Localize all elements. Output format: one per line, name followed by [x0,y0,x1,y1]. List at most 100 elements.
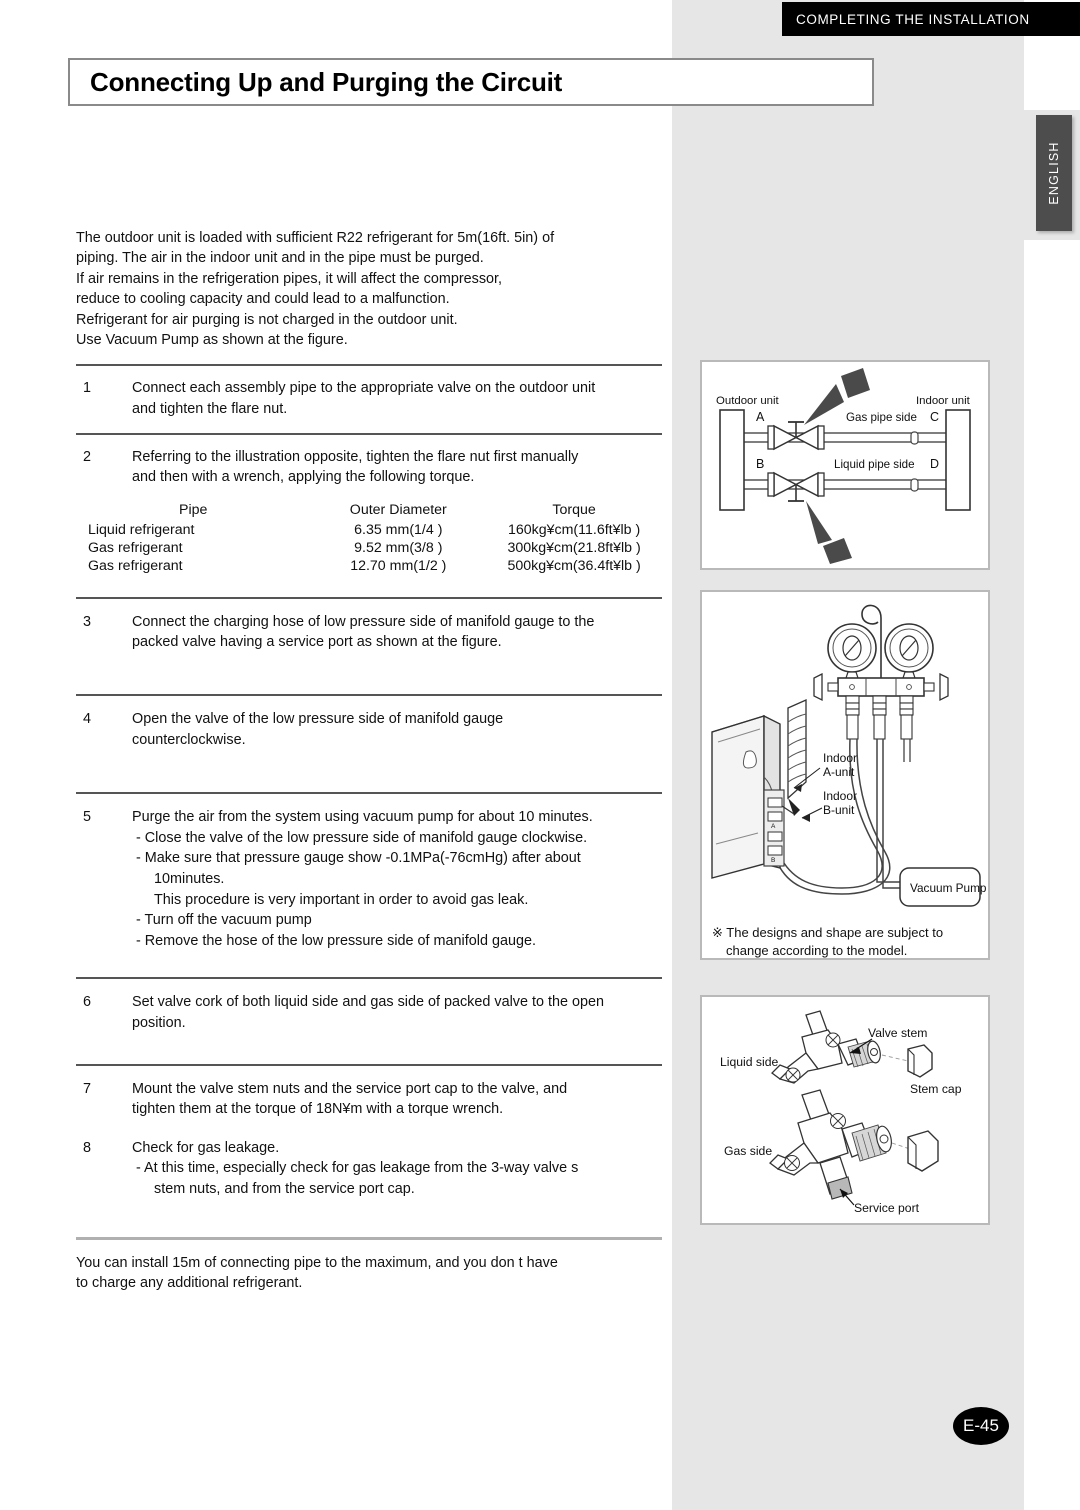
closing-note: You can install 15m of connecting pipe t… [76,1253,662,1294]
closing-line: to charge any additional refrigerant. [76,1275,303,1292]
content-column: The outdoor unit is loaded with sufficie… [76,228,662,1294]
page-title: Connecting Up and Purging the Circuit [90,66,563,97]
step-subline: - Turn off the vacuum pump [136,912,312,929]
language-tab-english: ENGLISH [1036,115,1072,231]
intro-line: Refrigerant for air purging is not charg… [76,311,458,328]
figure-label-a: A [756,410,765,424]
figure-label-indoor-unit: Indoor unit [916,395,971,407]
cell-outer-diameter: 9.52 mm(3/8 ) [354,539,443,556]
step-body: Set valve cork of both liquid side and g… [132,992,662,1033]
step-body: Mount the valve stem nuts and the servic… [132,1079,662,1120]
figure-label-d: D [930,457,939,471]
step-body: Connect the charging hose of low pressur… [132,612,662,653]
page-number-badge: E-45 [953,1407,1009,1445]
intro-line: If air remains in the refrigeration pipe… [76,270,503,287]
step-line: and then with a wrench, applying the fol… [132,469,475,486]
step-body: Open the valve of the low pressure side … [132,709,662,750]
column-header-pipe: Pipe [178,501,208,518]
step-body: Connect each assembly pipe to the approp… [132,378,662,419]
closing-line: You can install 15m of connecting pipe t… [76,1254,558,1271]
intro-line: piping. The air in the indoor unit and i… [76,250,484,267]
cell-outer-diameter: 12.70 mm(1/2 ) [350,557,447,574]
table-row: Liquid refrigerant 6.35 mm(1/4 ) 160kg¥c… [76,521,662,539]
step-number: 7 [83,1080,92,1097]
step-body: Referring to the illustration opposite, … [132,447,662,488]
figure-note: ※ The designs and shape are subject to c… [712,924,992,960]
step-line: counterclockwise. [132,731,246,748]
svg-text:A: A [771,823,776,830]
step-subline: - At this time, especially check for gas… [136,1160,579,1177]
step-body: Check for gas leakage. - At this time, e… [132,1138,662,1200]
figure-label-c: C [930,410,939,424]
step-number: 5 [83,809,92,826]
step-number: 1 [83,380,92,397]
figure-label-indoor-b-line1: Indoor [823,789,857,803]
figure-label-liquid-pipe-side: Liquid pipe side [834,458,915,471]
figure-note-line2: change according to the model. [726,943,908,958]
step-subline: - Make sure that pressure gauge show -0.… [136,850,581,867]
page-root: COMPLETING THE INSTALLATION ENGLISH Conn… [0,0,1080,1510]
step-item: 6 Set valve cork of both liquid side and… [76,992,662,1033]
step-item: 1 Connect each assembly pipe to the appr… [76,378,662,419]
figure-label-liquid-side: Liquid side [720,1055,778,1069]
figure-label-gas-side: Gas side [724,1144,772,1158]
cell-outer-diameter: 6.35 mm(1/4 ) [354,521,443,538]
step-item: 8 Check for gas leakage. - At this time,… [76,1138,662,1200]
figure-service-valve-detail: Liquid side Gas side Valve stem Stem cap… [700,995,990,1225]
figure-label-vacuum-pump: Vacuum Pump [910,881,987,895]
step-number: 4 [83,711,92,727]
figure-label-stem-cap: Stem cap [910,1082,962,1096]
section-header-label: COMPLETING THE INSTALLATION [796,11,1030,27]
intro-line: Use Vacuum Pump as shown at the figure. [76,332,348,349]
step-line: position. [132,1014,186,1031]
step-continuation: stem nuts, and from the service port cap… [154,1180,415,1197]
step-number: 8 [83,1139,92,1156]
step-line: Connect the charging hose of low pressur… [132,613,595,630]
step-number: 2 [83,448,92,465]
page-title-box: Connecting Up and Purging the Circuit [68,58,874,106]
page-number-label: E-45 [963,1416,999,1435]
step-line: Open the valve of the low pressure side … [132,711,504,727]
step-number: 6 [83,994,92,1011]
cell-torque: 500kg¥cm(36.4ft¥lb ) [507,557,641,574]
table-row: Gas refrigerant 9.52 mm(3/8 ) 300kg¥cm(2… [76,539,662,557]
cell-pipe: Gas refrigerant [88,557,183,574]
figure-label-outdoor-unit: Outdoor unit [716,395,780,407]
figure-note-line1: ※ The designs and shape are subject to [712,925,944,940]
figure-label-indoor-a-line2: A-unit [823,765,855,779]
step-line: and tighten the flare nut. [132,401,288,418]
column-header-torque: Torque [552,501,596,518]
language-tab-label: ENGLISH [1047,141,1061,205]
intro-line: The outdoor unit is loaded with sufficie… [76,230,555,246]
step-item: 5 Purge the air from the system using va… [76,807,662,951]
figure-label-indoor-a-line1: Indoor [823,751,857,765]
step-item: 4 Open the valve of the low pressure sid… [76,709,662,750]
intro-line: reduce to cooling capacity and could lea… [76,291,450,308]
step-continuation: 10minutes. [154,870,225,887]
step-item: 2 Referring to the illustration opposite… [76,447,662,488]
figure-piping-schematic: Outdoor unit Indoor unit A B Gas pipe si… [700,360,990,570]
step-subline: - Remove the hose of the low pressure si… [136,932,536,949]
intro-paragraph: The outdoor unit is loaded with sufficie… [76,228,662,350]
step-line: Purge the air from the system using vacu… [132,809,593,826]
figure-vacuum-pump-setup: A B Vacuum Pump Indoor A-unit Indoor B-u… [700,590,990,960]
figure-label-b: B [756,457,764,471]
step-continuation: This procedure is very important in orde… [154,891,529,908]
step-item: 7 Mount the valve stem nuts and the serv… [76,1079,662,1120]
cell-pipe: Gas refrigerant [88,539,183,556]
right-white-strip-bottom [1024,240,1080,1510]
table-row: Gas refrigerant 12.70 mm(1/2 ) 500kg¥cm(… [76,557,662,575]
step-line: Check for gas leakage. [132,1139,280,1156]
step-line: Set valve cork of both liquid side and g… [132,994,604,1011]
figure-label-indoor-b-line2: B-unit [823,803,855,817]
step-line: packed valve having a service port as sh… [132,634,502,651]
step-line: Referring to the illustration opposite, … [132,448,579,465]
step-body: Purge the air from the system using vacu… [132,807,662,951]
figure-label-gas-pipe-side: Gas pipe side [846,411,917,424]
step-item: 3 Connect the charging hose of low press… [76,612,662,653]
section-header-band: COMPLETING THE INSTALLATION [782,2,1080,36]
step-number: 3 [83,613,92,630]
table-header-row: Pipe Outer Diameter Torque [76,502,662,521]
step-line: Connect each assembly pipe to the approp… [132,380,596,397]
step-line: Mount the valve stem nuts and the servic… [132,1080,568,1097]
